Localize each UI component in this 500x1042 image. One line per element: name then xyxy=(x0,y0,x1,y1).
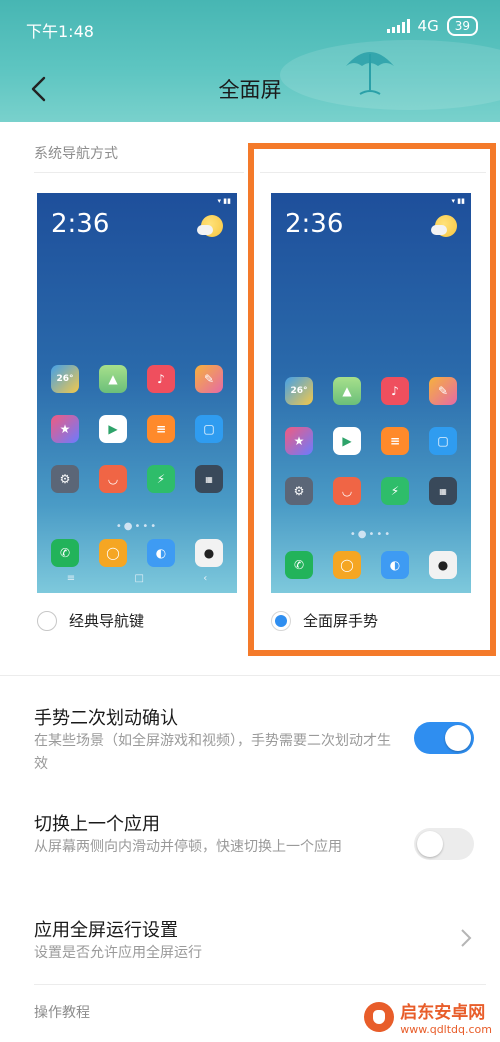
setting-title: 手势二次划动确认 xyxy=(34,708,178,729)
setting-description: 设置是否允许应用全屏运行 xyxy=(34,945,202,961)
site-watermark: 启东安卓网 www.qdltdq.com xyxy=(364,998,492,1036)
home-key-icon: □ xyxy=(134,573,144,584)
setting-gesture-double-swipe[interactable]: 手势二次划动确认 在某些场景（如全屏游戏和视频），手势需要二次划动才生效 xyxy=(0,700,500,790)
tools-folder-icon: ▦ xyxy=(195,465,223,493)
setting-description: 在某些场景（如全屏游戏和视频），手势需要二次划动才生效 xyxy=(34,733,391,772)
watermark-text: 启东安卓网 www.qdltdq.com xyxy=(400,998,492,1036)
radio-classic-nav[interactable] xyxy=(37,610,57,631)
page-title: 全面屏 xyxy=(218,78,282,102)
notes-app-icon: ≡ xyxy=(147,415,175,443)
preview-nav-keys: ≡ □ ‹ xyxy=(37,573,237,584)
music-app-icon: ♪ xyxy=(147,365,175,393)
option-label: 经典导航键 xyxy=(69,612,145,630)
preview-app-grid: 26° ▲ ♪ ✎ ★ ▶ ≡ ▢ ⚙ ◡ ⚡ ▦ xyxy=(51,365,223,493)
gallery-app-icon: ▲ xyxy=(99,365,127,393)
watermark-logo-icon xyxy=(364,1002,395,1032)
setting-description: 从屏幕两侧向内滑动并停顿，快速切换上一个应用 xyxy=(34,839,342,855)
option-classic-nav[interactable]: 经典导航键 xyxy=(37,610,144,631)
status-bar: 下午1:48 4G 39 xyxy=(0,0,500,54)
mi-store-app-icon: ◡ xyxy=(99,465,127,493)
setting-app-fullscreen[interactable]: 应用全屏运行设置 设置是否允许应用全屏运行 xyxy=(0,912,500,972)
phone-app-icon: ✆ xyxy=(51,539,79,567)
network-type: 4G xyxy=(417,17,439,35)
signal-icon xyxy=(386,19,410,33)
menu-key-icon: ≡ xyxy=(66,573,76,584)
security-shield-icon: ⚡ xyxy=(147,465,175,493)
toggle-knob xyxy=(417,831,443,857)
camera-app-icon: ● xyxy=(195,539,223,567)
weather-sun-icon xyxy=(197,215,223,237)
play-store-app-icon: ▶ xyxy=(99,415,127,443)
watermark-name: 启东安卓网 xyxy=(400,1003,486,1023)
calendar-app-icon: ▢ xyxy=(195,415,223,443)
preview-status-icons: ▾ ▮▮ xyxy=(217,197,231,205)
browser-app-icon: ◐ xyxy=(147,539,175,567)
messages-app-icon: ◯ xyxy=(99,539,127,567)
page-indicator: •●••• xyxy=(115,521,159,532)
toggle-gesture-double-swipe[interactable] xyxy=(414,722,474,754)
tutorial-section-label: 操作教程 xyxy=(34,1005,90,1021)
toggle-switch-previous-app[interactable] xyxy=(414,828,474,860)
title-bar: 全面屏 xyxy=(0,60,500,116)
preview-classic-nav[interactable]: ▾ ▮▮ 2:36 26° ▲ ♪ ✎ ★ ▶ ≡ ▢ ⚙ ◡ ⚡ ▦ •●••… xyxy=(37,193,237,593)
back-key-icon: ‹ xyxy=(203,573,208,584)
section-divider xyxy=(34,984,486,985)
battery-icon: 39 xyxy=(446,16,478,36)
nav-style-section-label: 系统导航方式 xyxy=(34,146,118,162)
chevron-right-icon xyxy=(461,929,472,947)
theme-app-icon: ✎ xyxy=(195,365,223,393)
favorites-app-icon: ★ xyxy=(51,415,79,443)
section-divider xyxy=(0,675,500,676)
setting-title: 应用全屏运行设置 xyxy=(34,920,178,941)
preview-dock: ✆ ◯ ◐ ● xyxy=(51,539,223,567)
section-divider xyxy=(34,172,244,173)
watermark-url: www.qdltdq.com xyxy=(400,1023,492,1036)
highlight-annotation-box xyxy=(248,143,496,656)
toggle-knob xyxy=(445,725,471,751)
setting-title: 切换上一个应用 xyxy=(34,814,160,835)
status-right: 4G 39 xyxy=(386,16,478,36)
setting-switch-previous-app[interactable]: 切换上一个应用 从屏幕两侧向内滑动并停顿，快速切换上一个应用 xyxy=(0,806,500,896)
settings-gear-icon: ⚙ xyxy=(51,465,79,493)
header-bar: 下午1:48 4G 39 全面屏 xyxy=(0,0,500,122)
status-time: 下午1:48 xyxy=(26,22,94,41)
preview-clock: 2:36 xyxy=(51,209,110,239)
weather-app-icon: 26° xyxy=(51,365,79,393)
battery-level: 39 xyxy=(454,19,470,33)
